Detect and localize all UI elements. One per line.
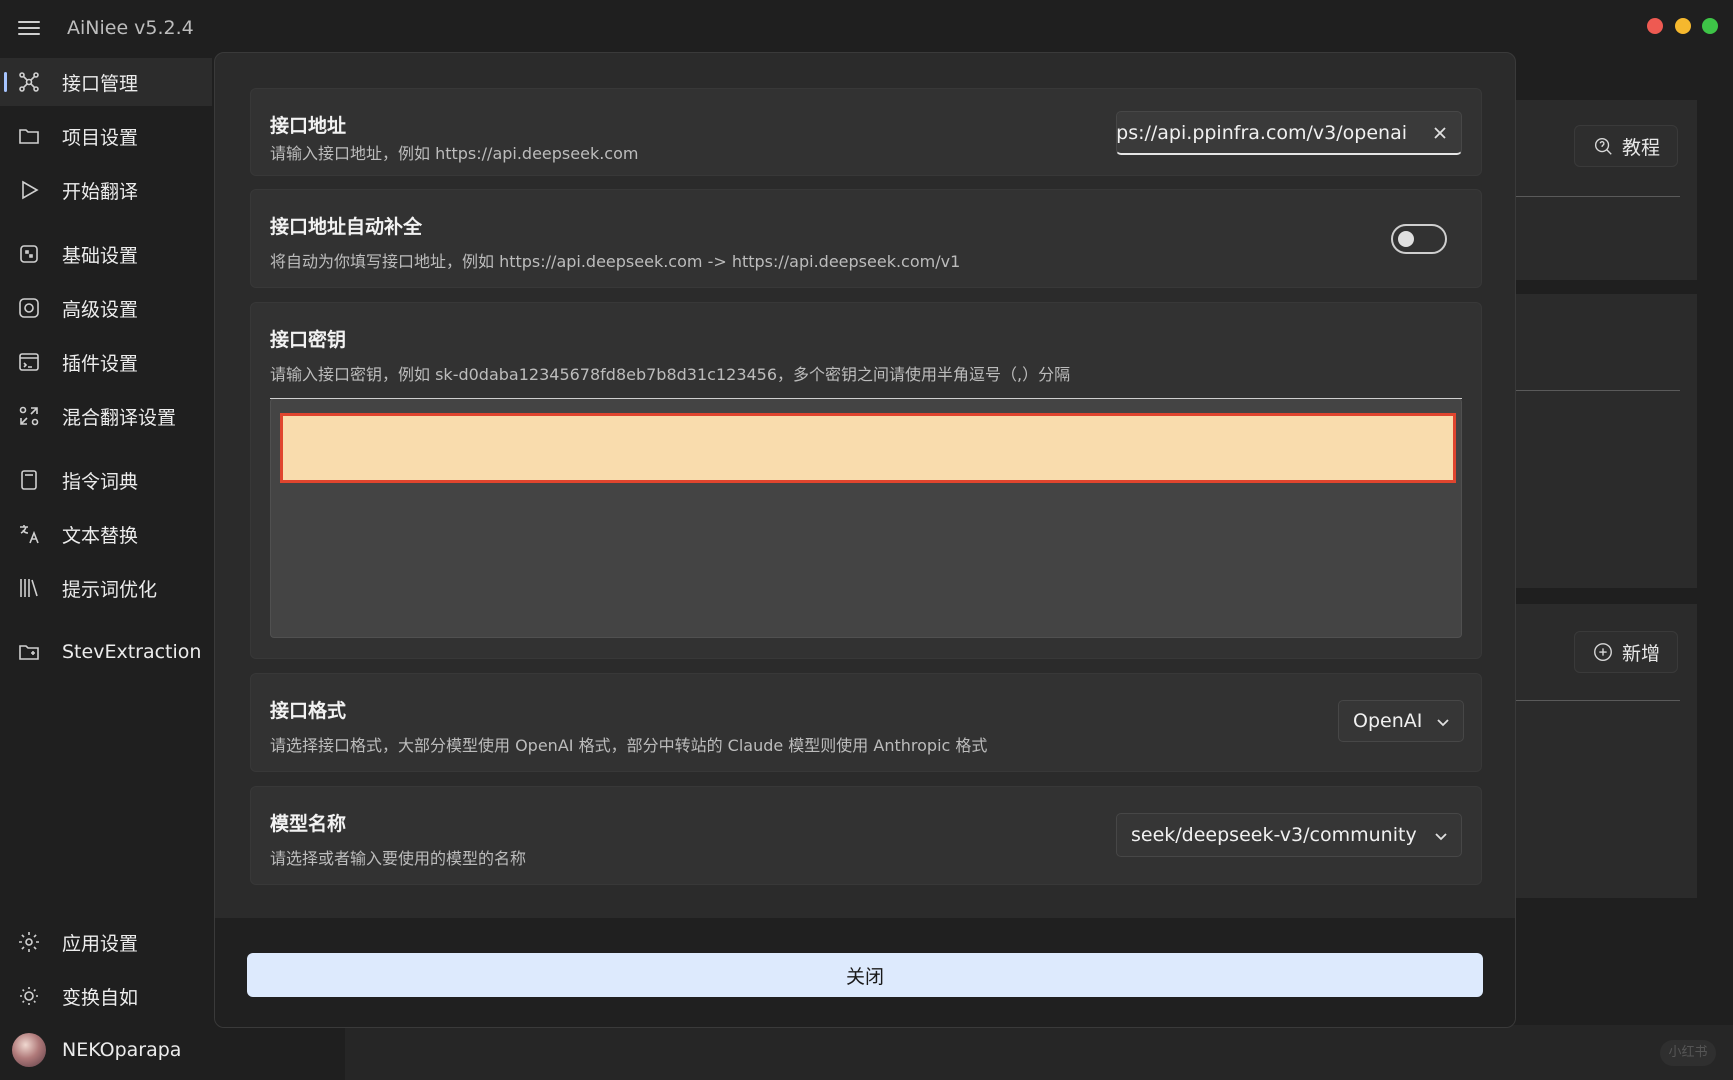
card-title: 接口密钥	[270, 329, 347, 351]
sidebar-item-label: 开始翻译	[62, 180, 139, 203]
api-settings-dialog: 接口地址 请输入接口地址，例如 https://api.deepseek.com…	[214, 52, 1516, 1028]
window-maximize-button[interactable]	[1702, 18, 1718, 34]
sidebar-item-label: 变换自如	[62, 986, 139, 1009]
watermark-logo: 小红书	[1660, 1040, 1716, 1066]
divider	[1515, 390, 1680, 391]
card-description: 请输入接口地址，例如 https://api.deepseek.com	[270, 144, 639, 163]
model-name-combobox[interactable]: seek/deepseek-v3/community	[1116, 813, 1462, 857]
auto-complete-toggle[interactable]	[1391, 224, 1447, 254]
toggle-knob	[1398, 231, 1414, 247]
sidebar-item-label: 混合翻译设置	[62, 406, 177, 429]
sidebar-item-label: 应用设置	[62, 932, 139, 955]
user-name: NEKOparapa	[62, 1039, 182, 1061]
sidebar-item-label: 提示词优化	[62, 578, 158, 601]
mix-translate-icon	[17, 404, 41, 428]
play-icon	[17, 178, 41, 202]
sidebar-item-label: 项目设置	[62, 126, 139, 149]
brightness-icon	[17, 984, 41, 1008]
sidebar-item-advanced-settings[interactable]: 高级设置	[0, 284, 212, 332]
sidebar-item-start-translation[interactable]: 开始翻译	[0, 166, 212, 214]
card-title: 接口地址	[270, 115, 347, 137]
sidebar-item-label: 指令词典	[62, 470, 139, 493]
sidebar-item-mix-translation-settings[interactable]: 混合翻译设置	[0, 392, 212, 440]
divider	[1515, 196, 1680, 197]
close-button[interactable]: 关闭	[247, 953, 1483, 997]
api-icon	[17, 70, 41, 94]
api-key-card: 接口密钥 请输入接口密钥，例如 sk-d0daba12345678fd8eb7b…	[250, 302, 1482, 659]
sidebar-item-api-management[interactable]: 接口管理	[0, 58, 212, 106]
api-url-input[interactable]: https://api.ppinfra.com/v3/openai	[1116, 111, 1462, 155]
card-title: 接口地址自动补全	[270, 216, 423, 238]
sidebar: 接口管理 项目设置 开始翻译 基础设置 高级设置 插件设置 混合翻译设置 指令词…	[0, 58, 212, 1080]
plugin-icon	[17, 350, 41, 374]
add-circle-icon	[1594, 643, 1612, 661]
redaction-box	[280, 413, 1456, 483]
api-format-value: OpenAI	[1353, 710, 1423, 732]
tutorial-button[interactable]: 教程	[1574, 125, 1678, 167]
clear-icon[interactable]	[1427, 120, 1453, 146]
title-bar: AiNiee v5.2.4	[0, 0, 1733, 58]
sidebar-item-basic-settings[interactable]: 基础设置	[0, 230, 212, 278]
card-description: 请选择接口格式，大部分模型使用 OpenAI 格式，部分中转站的 Claude …	[270, 736, 988, 755]
chevron-down-icon	[1433, 828, 1449, 844]
sidebar-item-label: 基础设置	[62, 244, 139, 267]
text-replace-icon	[17, 522, 41, 546]
hamburger-menu-icon[interactable]	[16, 17, 42, 41]
card-description: 请选择或者输入要使用的模型的名称	[270, 849, 527, 868]
sidebar-user-profile[interactable]: NEKOparapa	[0, 1026, 212, 1074]
add-label: 新增	[1621, 642, 1660, 665]
sidebar-item-stev-extraction[interactable]: StevExtraction	[0, 628, 212, 676]
api-url-card: 接口地址 请输入接口地址，例如 https://api.deepseek.com…	[250, 88, 1482, 176]
sidebar-item-prompt-optimization[interactable]: 提示词优化	[0, 564, 212, 612]
auto-complete-card: 接口地址自动补全 将自动为你填写接口地址，例如 https://api.deep…	[250, 189, 1482, 288]
api-format-select[interactable]: OpenAI	[1338, 700, 1464, 742]
status-strip	[345, 1025, 1733, 1080]
tutorial-label: 教程	[1621, 136, 1660, 159]
sidebar-item-label: 高级设置	[62, 298, 139, 321]
sidebar-item-label: 插件设置	[62, 352, 139, 375]
dictionary-icon	[17, 468, 41, 492]
card-description: 请输入接口密钥，例如 sk-d0daba12345678fd8eb7b8d31c…	[270, 365, 1071, 384]
window-minimize-button[interactable]	[1675, 18, 1691, 34]
gear-icon	[17, 930, 41, 954]
sidebar-item-text-replace[interactable]: 文本替换	[0, 510, 212, 558]
model-name-card: 模型名称 请选择或者输入要使用的模型的名称 seek/deepseek-v3/c…	[250, 786, 1482, 885]
sidebar-item-plugin-settings[interactable]: 插件设置	[0, 338, 212, 386]
folder-icon	[17, 124, 41, 148]
sidebar-item-label: StevExtraction	[62, 641, 202, 663]
sidebar-item-label: 接口管理	[62, 72, 139, 95]
sidebar-item-theme-toggle[interactable]: 变换自如	[0, 972, 212, 1020]
avatar	[12, 1033, 46, 1067]
api-url-value: https://api.ppinfra.com/v3/openai	[1116, 122, 1407, 144]
sidebar-item-label: 文本替换	[62, 524, 139, 547]
chevron-down-icon	[1435, 714, 1451, 730]
advanced-settings-icon	[17, 296, 41, 320]
help-icon	[1594, 137, 1612, 155]
card-title: 接口格式	[270, 700, 347, 722]
card-title: 模型名称	[270, 813, 347, 835]
sidebar-item-instruction-dictionary[interactable]: 指令词典	[0, 456, 212, 504]
api-format-card: 接口格式 请选择接口格式，大部分模型使用 OpenAI 格式，部分中转站的 Cl…	[250, 673, 1482, 772]
library-icon	[17, 576, 41, 600]
model-name-value: seek/deepseek-v3/community	[1131, 824, 1417, 846]
extraction-icon	[17, 640, 41, 664]
basic-settings-icon	[17, 242, 41, 266]
window-close-button[interactable]	[1647, 18, 1663, 34]
app-title: AiNiee v5.2.4	[67, 17, 194, 39]
add-button[interactable]: 新增	[1574, 631, 1678, 673]
background-panel	[1515, 294, 1697, 588]
textarea-focus-line	[270, 398, 1462, 399]
sidebar-item-app-settings[interactable]: 应用设置	[0, 918, 212, 966]
divider	[1515, 700, 1680, 701]
sidebar-item-project-settings[interactable]: 项目设置	[0, 112, 212, 160]
card-description: 将自动为你填写接口地址，例如 https://api.deepseek.com …	[270, 252, 961, 271]
